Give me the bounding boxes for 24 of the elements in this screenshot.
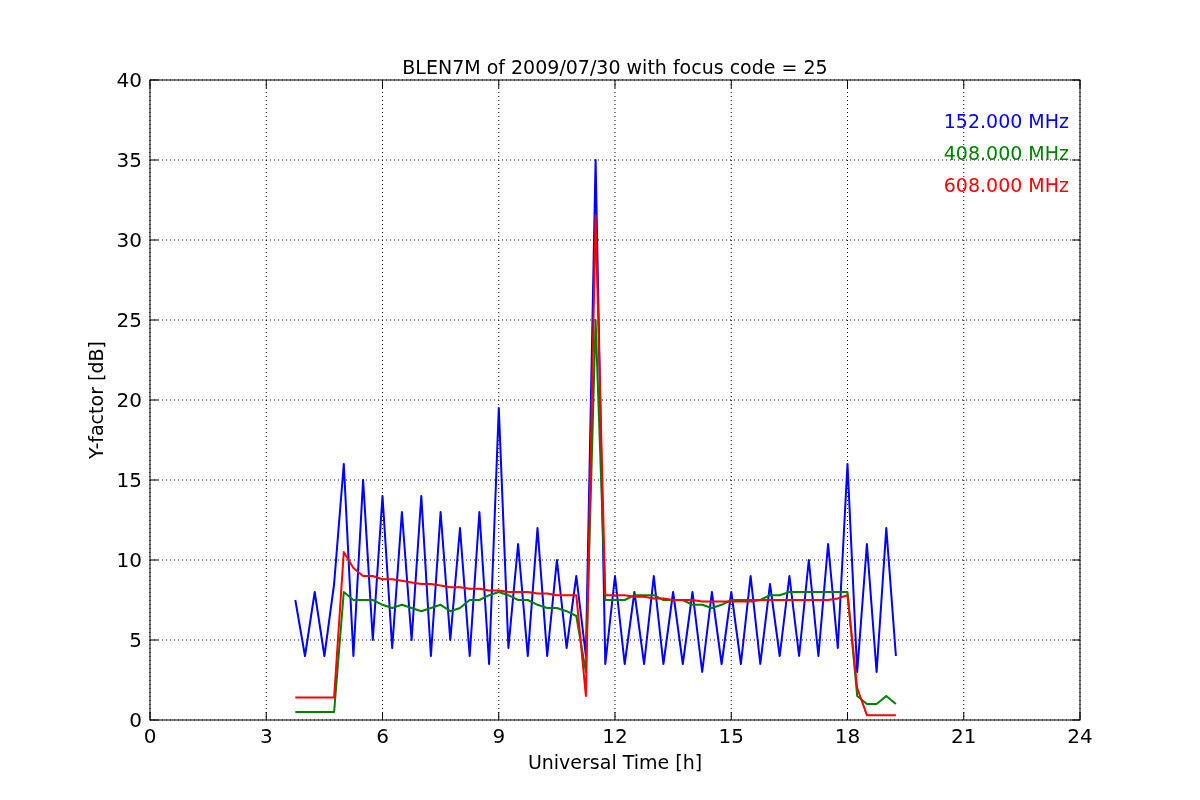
x-tick-label: 9: [492, 724, 506, 748]
y-axis-label: Y-factor [dB]: [85, 341, 107, 459]
legend-label: 152.000 MHz: [943, 110, 1069, 132]
y-tick-label: 10: [116, 548, 142, 572]
x-tick-label: 0: [143, 724, 157, 748]
y-tick-label: 25: [116, 308, 142, 332]
legend-label: 408.000 MHz: [943, 142, 1069, 164]
x-tick-label: 21: [951, 724, 977, 748]
x-tick-label: 6: [376, 724, 389, 748]
x-tick-label: 15: [718, 724, 744, 748]
chart-title: BLEN7M of 2009/07/30 with focus code = 25: [402, 56, 828, 78]
y-tick-label: 0: [129, 708, 142, 732]
y-tick-label: 35: [116, 148, 142, 172]
y-tick-label: 40: [116, 68, 142, 92]
y-tick-label: 30: [116, 228, 142, 252]
x-axis-label: Universal Time [h]: [527, 751, 703, 773]
y-tick-label: 5: [129, 628, 142, 652]
x-tick-label: 12: [602, 724, 628, 748]
y-tick-label: 15: [116, 468, 142, 492]
x-tick-label: 18: [834, 724, 861, 748]
x-tick-label: 3: [259, 724, 273, 748]
legend-label: 608.000 MHz: [943, 174, 1069, 196]
y-tick-label: 20: [116, 388, 142, 412]
x-tick-label: 24: [1067, 724, 1093, 748]
